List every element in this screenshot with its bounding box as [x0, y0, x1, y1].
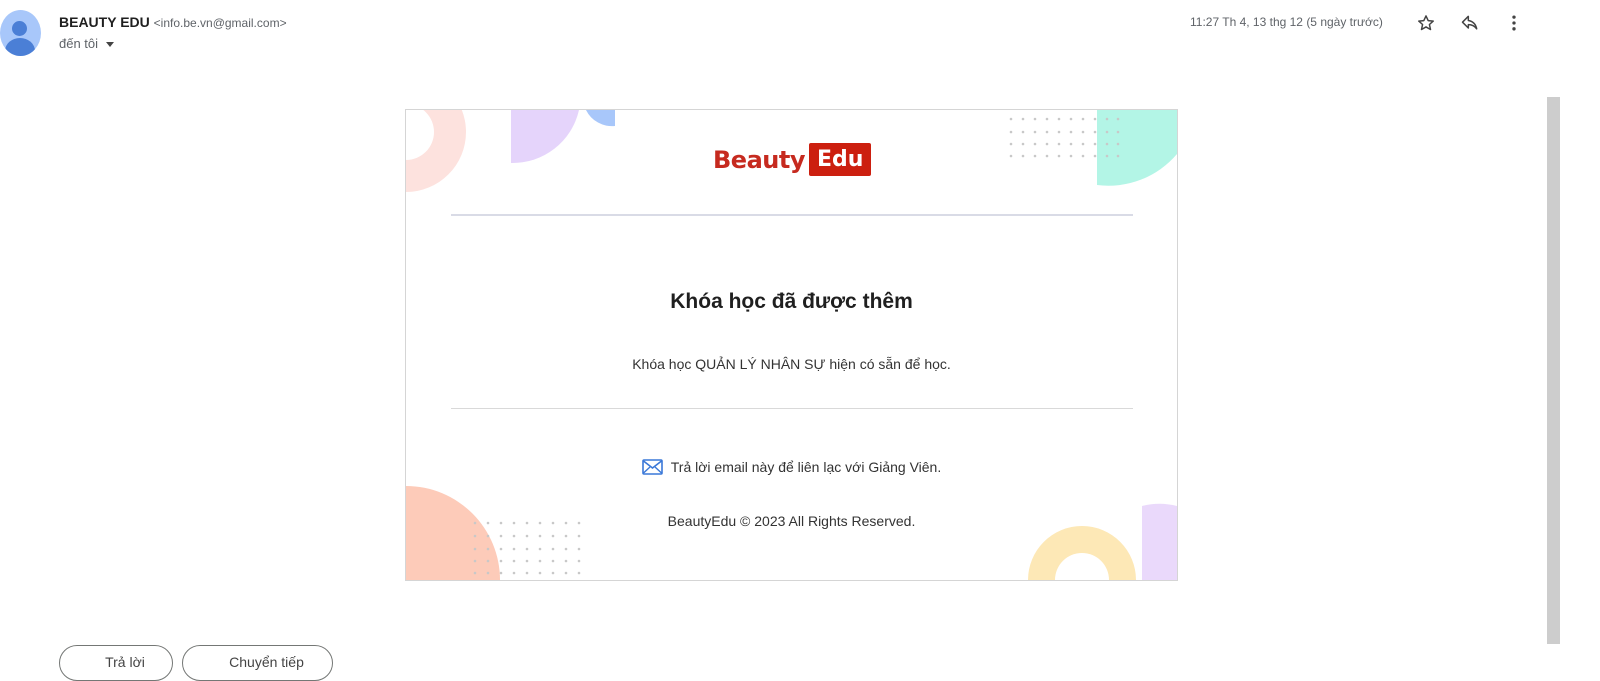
forward-button[interactable]: Chuyển tiếp	[182, 645, 333, 681]
forward-button-label: Chuyển tiếp	[229, 654, 304, 670]
more-vert-icon[interactable]	[1502, 11, 1526, 35]
reply-button[interactable]: Trả lời	[59, 645, 173, 681]
email-heading: Khóa học đã được thêm	[670, 290, 913, 313]
email-timestamp: 11:27 Th 4, 13 thg 12 (5 ngày trước)	[1190, 15, 1383, 29]
envelope-icon	[641, 459, 663, 475]
caret-down-icon	[106, 42, 115, 47]
divider	[451, 408, 1133, 409]
reply-button-label: Trả lời	[105, 654, 145, 670]
scrollbar-thumb[interactable]	[1547, 97, 1560, 644]
sender-info: BEAUTY EDU <info.be.vn@gmail.com>	[59, 14, 287, 30]
recipient-details-toggle[interactable]: đến tôi	[59, 36, 115, 51]
sender-avatar[interactable]	[0, 10, 41, 56]
beautyedu-logo: Beauty Edu	[713, 143, 872, 176]
logo-text-edu: Edu	[808, 143, 872, 176]
recipient-label: đến tôi	[59, 36, 99, 51]
email-footer: BeautyEdu © 2023 All Rights Reserved.	[667, 513, 916, 529]
divider	[451, 214, 1133, 216]
star-icon[interactable]	[1414, 11, 1438, 35]
email-body-text: Khóa học QUẢN LÝ NHÂN SỰ hiện có sẵn để …	[632, 356, 951, 372]
logo-text-beauty: Beauty	[713, 145, 805, 174]
email-card: Beauty Edu Khóa học đã được thêm Khóa họ…	[405, 109, 1178, 581]
sender-name[interactable]: BEAUTY EDU	[59, 14, 150, 30]
sender-email: <info.be.vn@gmail.com>	[153, 16, 287, 30]
contact-text: Trả lời email này để liên lạc với Giảng …	[670, 459, 942, 475]
reply-icon[interactable]	[1458, 11, 1482, 35]
decorative-shapes	[406, 110, 1177, 580]
contact-instruction: Trả lời email này để liên lạc với Giảng …	[406, 459, 1177, 475]
avatar-person-icon	[12, 21, 27, 36]
